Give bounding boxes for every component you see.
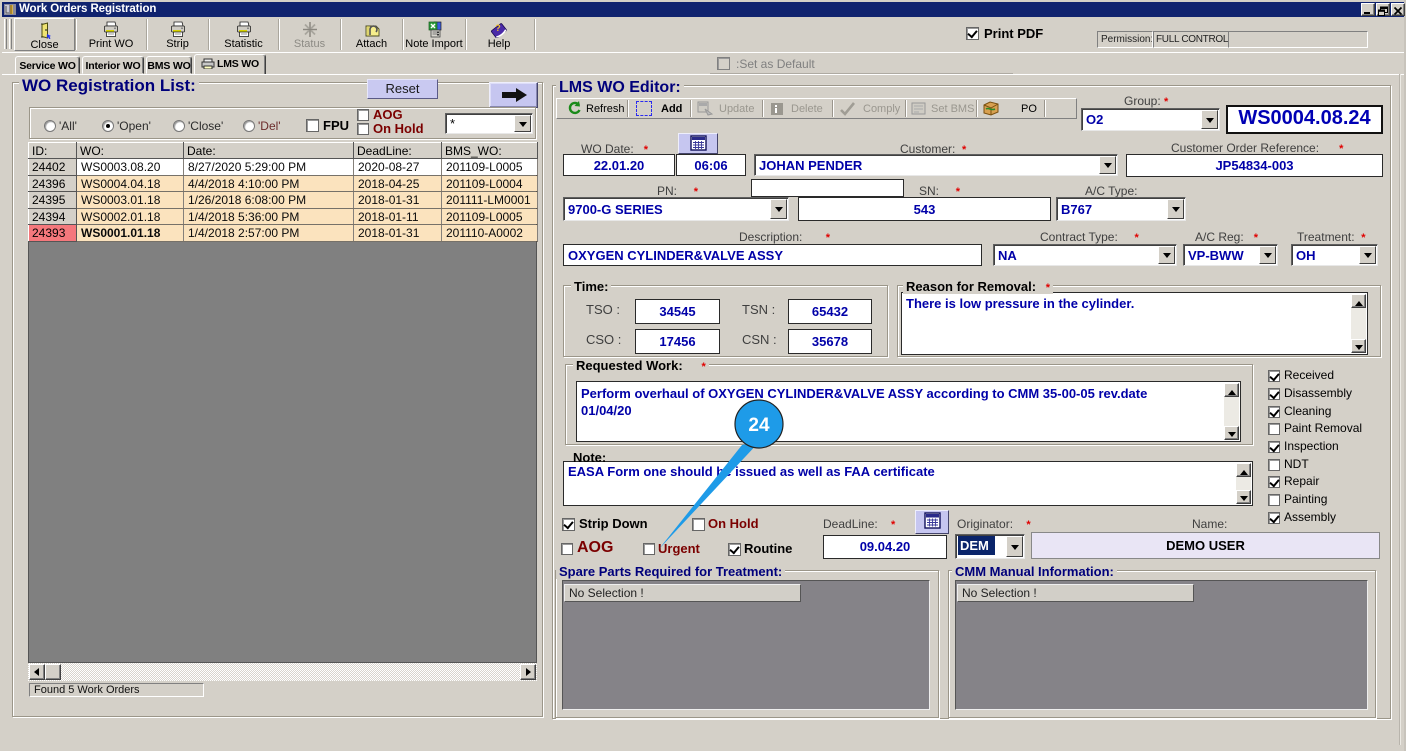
svg-text:24: 24 [748,415,770,436]
svg-text:?: ? [495,23,501,33]
